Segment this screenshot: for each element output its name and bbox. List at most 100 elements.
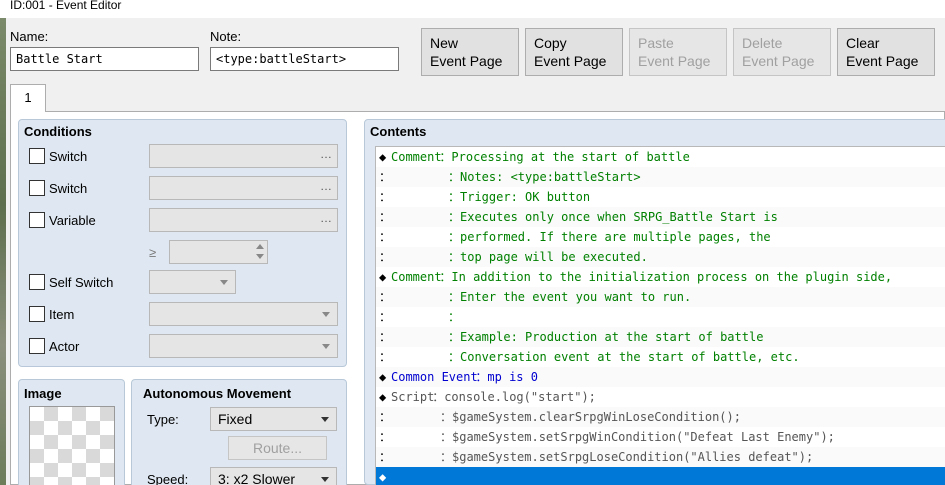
contents-title: Contents (370, 124, 427, 139)
movement-speed-dropdown[interactable]: 3: x2 Slower (210, 467, 337, 485)
command-marker: ◆ (379, 150, 387, 164)
command-marker: ： (379, 250, 392, 264)
spinner-arrows[interactable] (253, 241, 267, 263)
command-separator: ： (439, 150, 452, 164)
command-text: console.log("start"); (444, 390, 596, 404)
self-switch-dropdown[interactable] (149, 270, 236, 294)
command-text: $gameSystem.setSrpgWinCondition("Defeat … (452, 430, 835, 444)
command-separator: ： (475, 370, 488, 384)
command-row[interactable]: ：： Enter the event you want to run. (376, 287, 945, 307)
command-marker: ： (379, 290, 392, 304)
self-switch-checkbox[interactable] (29, 274, 45, 290)
command-row[interactable]: ◆ (376, 467, 945, 485)
command-separator: ： (448, 190, 461, 204)
command-row[interactable]: ◆ Script： console.log("start"); (376, 387, 945, 407)
ellipsis-icon: … (320, 147, 332, 161)
spinner-up-icon (256, 244, 264, 249)
command-marker: ◆ (379, 390, 387, 404)
switch2-label: Switch (49, 181, 88, 196)
item-checkbox[interactable] (29, 306, 45, 322)
chevron-down-icon (321, 417, 329, 422)
command-separator: ： (448, 170, 461, 184)
ellipsis-icon: … (320, 179, 332, 193)
command-row[interactable]: ：： Conversation event at the start of bat… (376, 347, 945, 367)
switch1-checkbox[interactable] (29, 148, 45, 164)
command-row[interactable]: ：： $gameSystem.setSrpgWinCondition("Defea… (376, 427, 945, 447)
name-label: Name: (10, 29, 49, 44)
command-separator: ： (448, 290, 461, 304)
command-row[interactable]: ◆ Comment： Processing at the start of batt… (376, 147, 945, 167)
clear-event-page-button[interactable]: Clear Event Page (837, 28, 935, 76)
paste-event-page-button[interactable]: Paste Event Page (629, 28, 727, 76)
autonomous-movement-group: Autonomous Movement Type: Fixed Route...… (131, 379, 347, 485)
command-separator: ： (448, 230, 461, 244)
command-text: top page will be executed. (460, 250, 648, 264)
tab-page-1[interactable]: 1 (10, 84, 46, 112)
command-separator: ： (448, 310, 461, 324)
command-name: Comment (391, 270, 442, 284)
command-marker: ： (379, 230, 392, 244)
command-row[interactable]: ：： Notes: <type:battleStart> (376, 167, 945, 187)
command-name: Comment (391, 150, 442, 164)
ellipsis-icon: … (320, 211, 332, 225)
command-text: $gameSystem.setSrpgLoseCondition("Allies… (452, 450, 814, 464)
conditions-title: Conditions (24, 124, 92, 139)
command-row[interactable]: ：： top page will be executed. (376, 247, 945, 267)
command-row[interactable]: ：： $gameSystem.setSrpgLoseCondition("Alli… (376, 447, 945, 467)
event-command-list[interactable]: ◆ Comment： Processing at the start of batt… (375, 146, 945, 485)
command-row[interactable]: ：： Trigger: OK button (376, 187, 945, 207)
actor-dropdown[interactable] (149, 334, 338, 358)
command-row[interactable]: ：： performed. If there are multiple pages… (376, 227, 945, 247)
window-title: ID:001 - Event Editor (0, 0, 945, 18)
switch2-selector[interactable]: … (149, 176, 338, 200)
variable-value-spinner[interactable] (169, 240, 268, 264)
self-switch-label: Self Switch (49, 275, 114, 290)
image-group: Image (18, 379, 125, 485)
command-text: Executes only once when SRPG_Battle Star… (460, 210, 778, 224)
route-button[interactable]: Route... (228, 436, 327, 460)
command-marker: ： (379, 330, 392, 344)
command-marker: ◆ (379, 270, 387, 284)
chevron-down-icon (220, 280, 228, 285)
switch2-checkbox[interactable] (29, 180, 45, 196)
actor-label: Actor (49, 339, 80, 354)
command-marker: ： (379, 170, 392, 184)
command-text: Notes: <type:battleStart> (460, 170, 641, 184)
command-separator: ： (440, 430, 453, 444)
command-row[interactable]: ：： (376, 307, 945, 327)
command-row[interactable]: ◆ Common Event： mp is 0 (376, 367, 945, 387)
event-editor-window: Name: Battle Start Note: <type:battleSta… (6, 18, 945, 485)
command-row[interactable]: ：： $gameSystem.clearSrpgWinLoseCondition(… (376, 407, 945, 427)
command-marker: ： (379, 350, 392, 364)
command-separator: ： (440, 410, 453, 424)
name-input[interactable]: Battle Start (10, 47, 199, 71)
variable-label: Variable (49, 213, 96, 228)
switch1-selector[interactable]: … (149, 144, 338, 168)
note-input[interactable]: <type:battleStart> (210, 47, 399, 71)
variable-selector[interactable]: … (149, 208, 338, 232)
command-text: Example: Production at the start of batt… (460, 330, 764, 344)
movement-speed-label: Speed: (147, 472, 189, 485)
new-event-page-button[interactable]: New Event Page (421, 28, 519, 76)
event-image-preview[interactable] (29, 406, 115, 485)
command-row[interactable]: ：： Executes only once when SRPG_Battle St… (376, 207, 945, 227)
movement-type-dropdown[interactable]: Fixed (210, 407, 337, 431)
delete-event-page-button[interactable]: Delete Event Page (733, 28, 831, 76)
command-text: performed. If there are multiple pages, … (460, 230, 771, 244)
command-text: $gameSystem.clearSrpgWinLoseCondition(); (452, 410, 741, 424)
variable-checkbox[interactable] (29, 212, 45, 228)
conditions-group: Conditions Switch … Switch … Variable … … (18, 119, 347, 367)
spinner-down-icon (256, 254, 264, 259)
actor-checkbox[interactable] (29, 338, 45, 354)
command-marker: ◆ (379, 370, 387, 384)
switch1-label: Switch (49, 149, 88, 164)
command-row[interactable]: ：： Example: Production at the start of ba… (376, 327, 945, 347)
command-row[interactable]: ◆ Comment： In addition to the initializati… (376, 267, 945, 287)
movement-title: Autonomous Movement (143, 386, 292, 401)
gte-label: ≥ (149, 245, 157, 260)
copy-event-page-button[interactable]: Copy Event Page (525, 28, 623, 76)
image-title: Image (24, 386, 62, 401)
chevron-down-icon (322, 344, 330, 349)
command-separator: ： (440, 450, 453, 464)
item-dropdown[interactable] (149, 302, 338, 326)
